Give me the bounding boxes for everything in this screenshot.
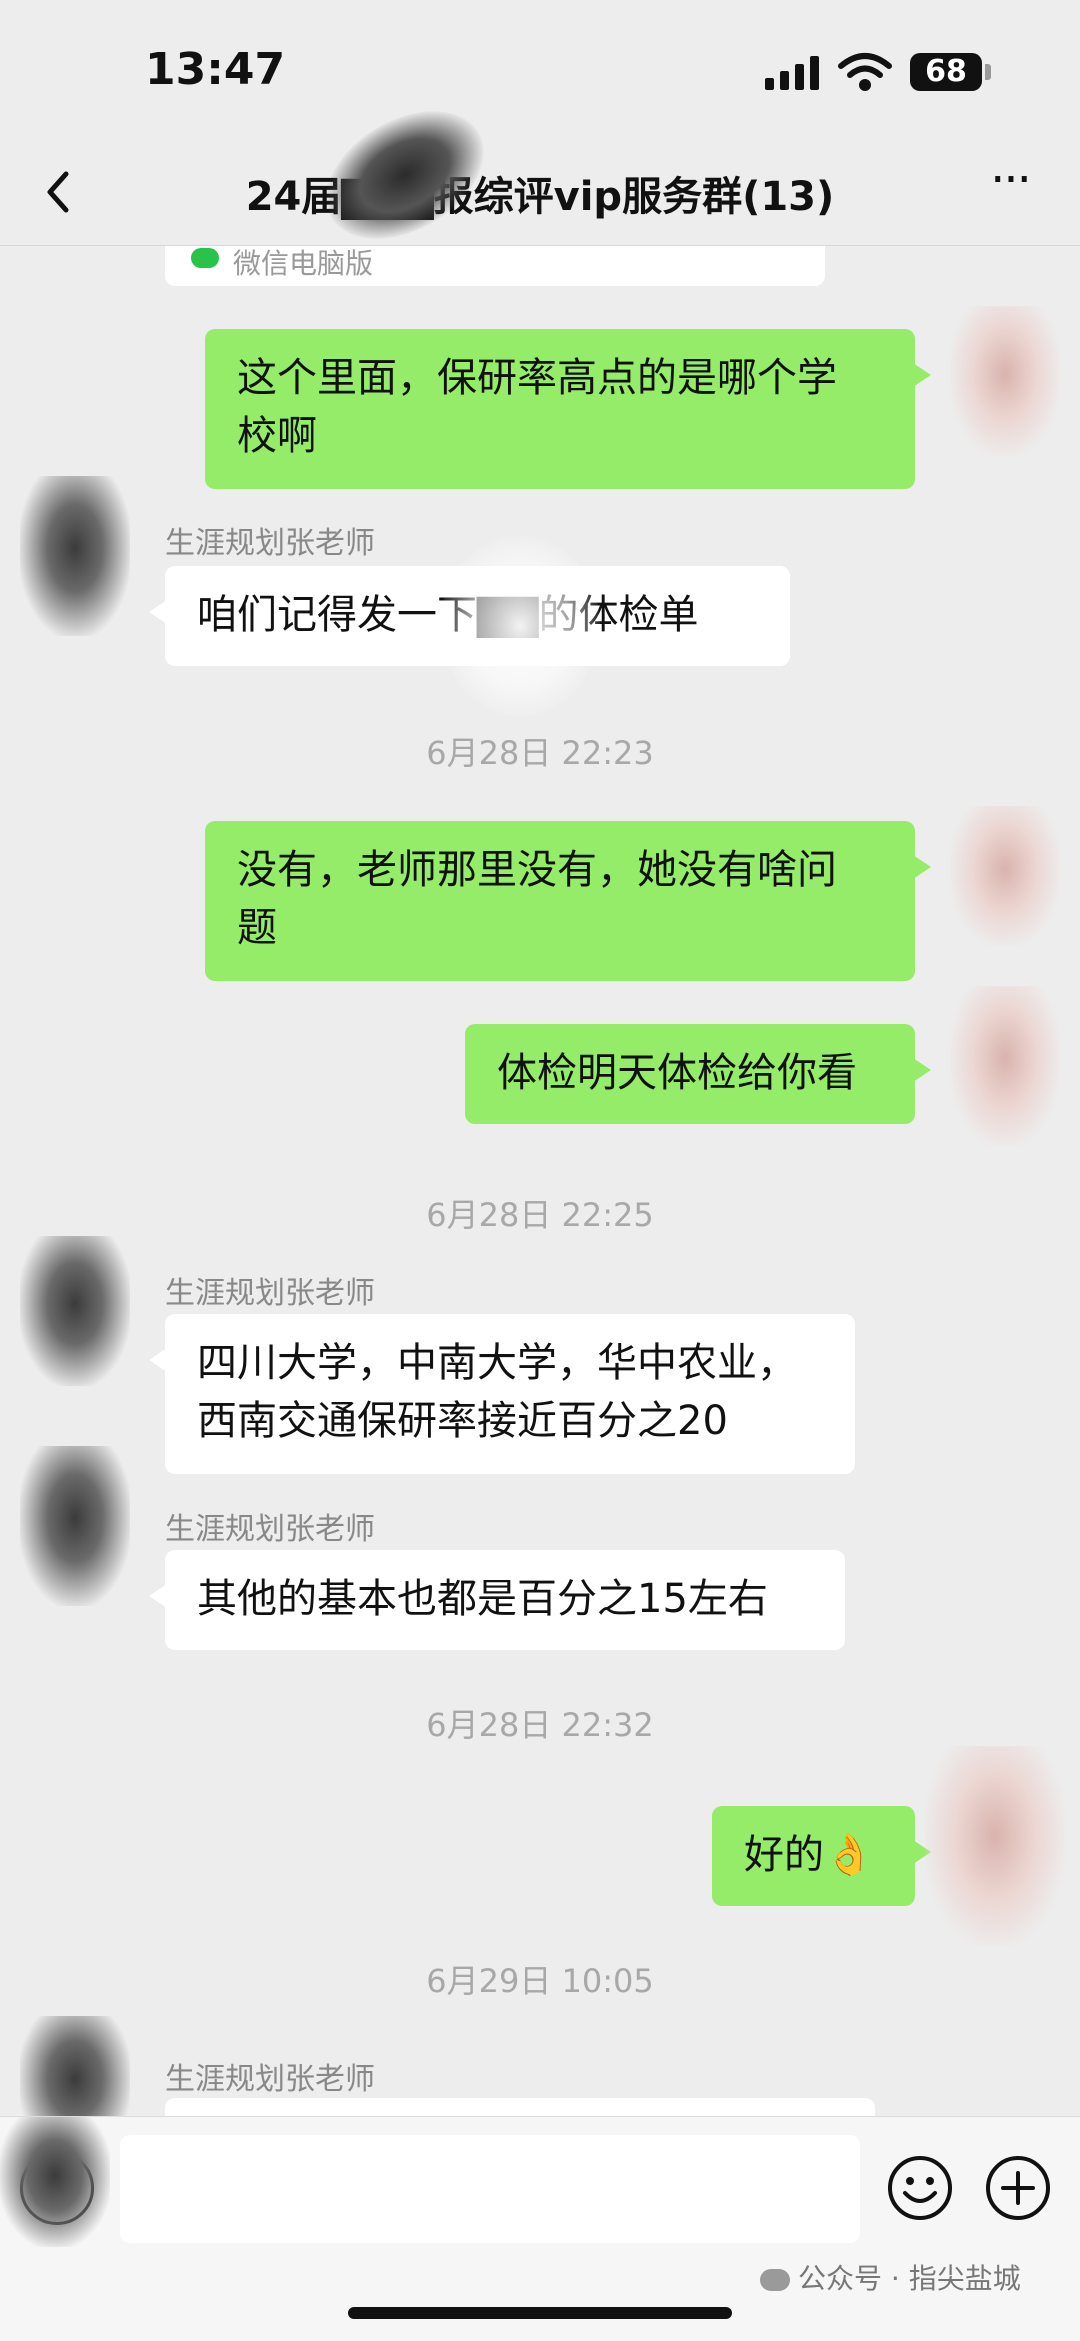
message-bubble-sent[interactable]: 这个里面，保研率高点的是哪个学 校啊 xyxy=(205,329,931,489)
message-bubble-received[interactable] xyxy=(165,2098,875,2116)
message-line: 西南交通保研率接近百分之20 xyxy=(197,1398,728,1444)
message-input[interactable] xyxy=(120,2135,860,2243)
my-avatar[interactable] xyxy=(950,986,1060,1146)
sender-name: 生涯规划张老师 xyxy=(165,1512,375,1547)
home-indicator[interactable] xyxy=(348,2307,732,2319)
emoji-icon[interactable] xyxy=(885,2153,955,2223)
status-bar: 13:47 68 xyxy=(0,0,1080,150)
sender-avatar[interactable] xyxy=(20,1236,130,1386)
sender-avatar[interactable] xyxy=(20,1446,130,1606)
message-text: 好的👌 xyxy=(744,1832,874,1878)
message-text: 其他的基本也都是百分之15左右 xyxy=(197,1576,768,1622)
more-icon[interactable]: ··· xyxy=(975,156,1045,220)
timestamp: 6月28日 22:25 xyxy=(426,1196,654,1234)
timestamp: 6月29日 10:05 xyxy=(426,1962,654,2000)
watermark: 公众号 · 指尖盐城 xyxy=(760,2257,1021,2297)
cellular-signal-icon xyxy=(765,56,819,90)
sender-avatar[interactable] xyxy=(20,2016,130,2116)
privacy-blur xyxy=(440,536,600,716)
message-bubble-sent[interactable]: 体检明天体检给你看 xyxy=(465,1024,931,1124)
my-avatar[interactable] xyxy=(950,806,1060,946)
message-line: 校啊 xyxy=(237,413,317,459)
plus-icon[interactable] xyxy=(983,2153,1053,2223)
my-avatar[interactable] xyxy=(925,1746,1065,1946)
message-bubble-sent[interactable]: 好的👌 xyxy=(712,1806,931,1906)
message-line: 题 xyxy=(237,905,277,951)
message-bubble-sent[interactable]: 没有，老师那里没有，她没有啥问 题 xyxy=(205,821,931,981)
watermark-text: 公众号 · 指尖盐城 xyxy=(798,2262,1021,2295)
link-card-source: 微信电脑版 xyxy=(233,247,374,280)
status-time: 13:47 xyxy=(145,44,286,95)
message-text: 体检明天体检给你看 xyxy=(497,1050,857,1096)
message-line: 四川大学，中南大学，华中农业， xyxy=(197,1340,797,1386)
privacy-blur xyxy=(0,2117,110,2247)
chat-header: 24届▇▇▇报综评vip服务群(13) ··· xyxy=(0,150,1080,246)
sender-name: 生涯规划张老师 xyxy=(165,526,375,561)
input-bar: 公众号 · 指尖盐城 xyxy=(0,2116,1080,2341)
timestamp: 6月28日 22:32 xyxy=(426,1706,654,1744)
link-card[interactable]: 微信电脑版 xyxy=(165,246,825,286)
chevron-left-icon[interactable] xyxy=(30,162,90,222)
message-list[interactable]: 微信电脑版 这个里面，保研率高点的是哪个学 校啊 生涯规划张老师 咱们记得发一下… xyxy=(0,246,1080,2116)
wifi-icon xyxy=(838,53,892,91)
chat-title: 24届▇▇▇报综评vip服务群(13) xyxy=(245,174,835,220)
battery-tip xyxy=(985,64,991,80)
battery-indicator: 68 xyxy=(910,53,982,91)
message-bubble-received[interactable]: 其他的基本也都是百分之15左右 xyxy=(149,1550,845,1650)
sender-avatar[interactable] xyxy=(20,476,130,636)
wechat-official-icon xyxy=(760,2269,790,2291)
message-line: 没有，老师那里没有，她没有啥问 xyxy=(237,847,837,893)
sender-name: 生涯规划张老师 xyxy=(165,2062,375,2097)
my-avatar[interactable] xyxy=(950,306,1060,456)
message-line: 这个里面，保研率高点的是哪个学 xyxy=(237,355,837,401)
timestamp: 6月28日 22:23 xyxy=(426,734,654,772)
wechat-icon xyxy=(191,248,219,268)
message-bubble-received[interactable]: 四川大学，中南大学，华中农业， 西南交通保研率接近百分之20 xyxy=(149,1314,855,1474)
sender-name: 生涯规划张老师 xyxy=(165,1276,375,1311)
